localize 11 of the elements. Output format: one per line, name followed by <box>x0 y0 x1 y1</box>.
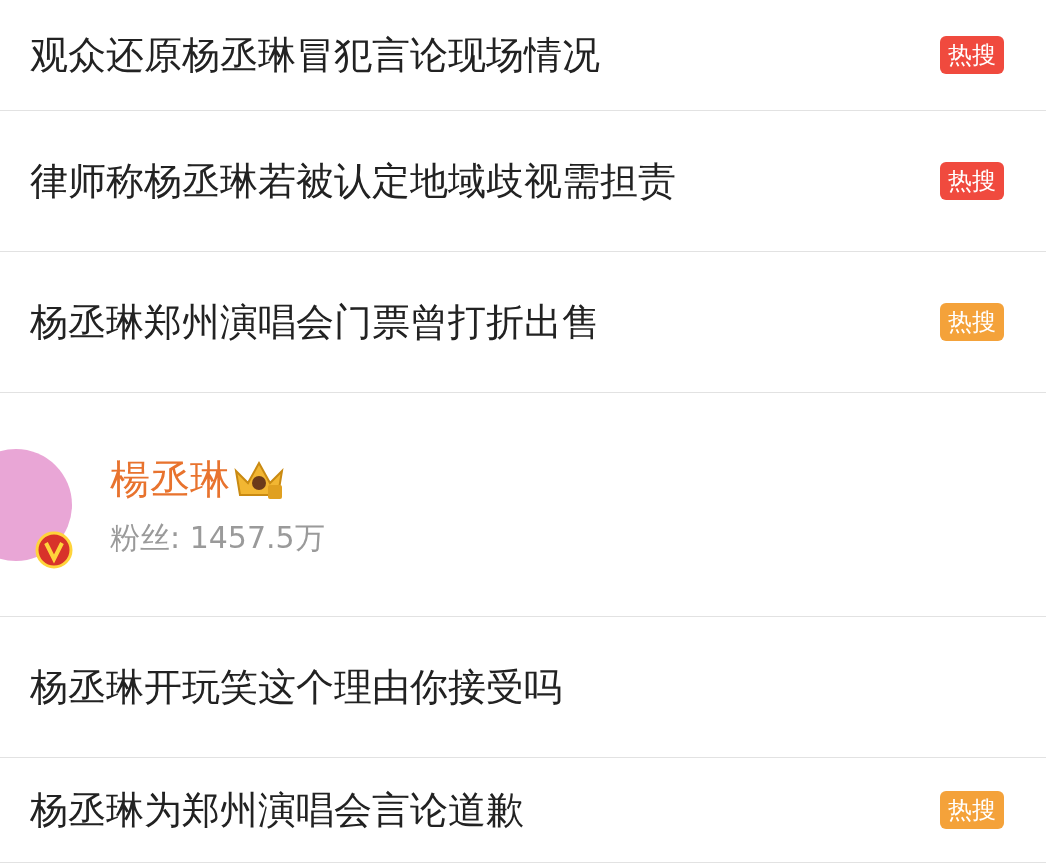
topic-title[interactable]: 律师称杨丞琳若被认定地域歧视需担责 <box>30 152 676 210</box>
topic-title[interactable]: 观众还原杨丞琳冒犯言论现场情况 <box>30 26 600 84</box>
topic-title[interactable]: 杨丞琳郑州演唱会门票曾打折出售 <box>30 293 600 351</box>
hot-search-tag: 热搜 <box>940 36 1004 74</box>
hot-search-tag: 热搜 <box>940 303 1004 341</box>
topic-title[interactable]: 杨丞琳为郑州演唱会言论道歉 <box>30 781 524 839</box>
hot-search-tag: 热搜 <box>940 162 1004 200</box>
follower-count: 粉丝: 1457.5万 <box>110 522 325 553</box>
verified-icon <box>35 530 73 569</box>
hot-search-tag: 热搜 <box>940 791 1004 829</box>
topic-title[interactable]: 杨丞琳开玩笑这个理由你接受吗 <box>30 658 562 716</box>
